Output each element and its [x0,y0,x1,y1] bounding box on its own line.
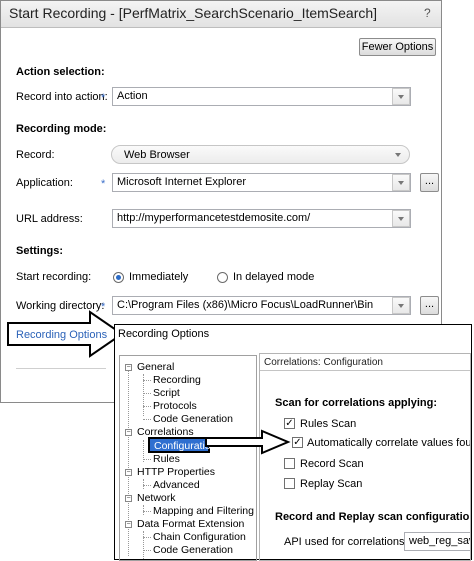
chevron-down-icon [395,153,401,157]
collapse-icon[interactable]: − [125,521,132,528]
tree-item-chain-configuration[interactable]: Chain Configuration [153,531,246,543]
record-scan-checkbox[interactable] [284,458,295,469]
working-directory-value: C:\Program Files (x86)\Micro Focus\LoadR… [117,299,374,311]
tree-item-network[interactable]: Network [137,492,176,504]
tree-item-general[interactable]: General [137,361,174,373]
help-icon[interactable]: ? [424,6,431,20]
required-marker: * [101,92,106,104]
collapse-icon[interactable]: − [125,469,132,476]
auto-correlate-label: Automatically correlate values found [307,437,471,449]
collapse-icon[interactable]: − [125,364,132,371]
api-label: API used for correlations: [284,536,408,548]
chevron-down-icon [398,181,404,185]
start-recording-label: Start recording: [16,271,92,283]
application-label: Application: [16,177,73,189]
divider [260,370,470,371]
application-browse-button[interactable]: ... [420,173,439,192]
dropdown-button[interactable] [392,174,410,191]
chevron-down-icon [398,304,404,308]
settings-heading: Settings: [16,245,64,257]
recording-options-link-label[interactable]: Recording Options [16,329,107,341]
replay-config-heading: Record and Replay scan configuration: [275,511,471,523]
fewer-options-button[interactable]: Fewer Options [359,38,436,56]
immediately-radio[interactable] [113,272,124,283]
chevron-down-icon [398,95,404,99]
recording-options-title: Recording Options [118,328,210,340]
replay-scan-checkbox[interactable] [284,478,295,489]
pointer-arrow-icon-2 [205,429,291,455]
required-marker: * [101,178,106,190]
collapse-icon[interactable]: − [125,495,132,502]
tree-item-rules[interactable]: Rules [153,453,180,465]
title-bar: Start Recording - [PerfMatrix_SearchScen… [1,1,441,28]
record-into-action-label: Record into action: [16,91,108,103]
delayed-mode-label: In delayed mode [233,271,315,283]
dropdown-button[interactable] [392,88,410,105]
scan-heading: Scan for correlations applying: [275,397,437,409]
recording-mode-heading: Recording mode: [16,123,107,135]
divider [16,368,106,369]
dropdown-button[interactable] [392,297,410,314]
tree-item-code-generation-2[interactable]: Code Generation [153,544,233,556]
tree-item-mapping-filtering[interactable]: Mapping and Filtering [153,505,254,517]
record-into-action-value: Action [117,90,148,102]
tree-item-recording[interactable]: Recording [153,374,201,386]
collapse-icon[interactable]: − [125,429,132,436]
url-address-label: URL address: [16,213,83,225]
action-selection-heading: Action selection: [16,66,105,78]
immediately-label: Immediately [129,271,189,283]
url-address-value: http://myperformancetestdemosite.com/ [117,212,311,224]
options-tree: − General Recording Script Protocols Cod… [119,355,257,561]
api-value: web_reg_save_ [409,535,470,547]
dialog-title: Start Recording - [PerfMatrix_SearchScen… [9,5,378,21]
api-select[interactable]: web_reg_save_ [404,532,470,551]
tree-item-configuration-selected[interactable]: Configuration [148,437,216,453]
dropdown-button[interactable] [392,210,410,227]
record-type-select[interactable]: Web Browser [111,145,410,164]
panel-title: Correlations: Configuration [264,357,383,368]
record-label: Record: [16,149,55,161]
application-combo[interactable]: Microsoft Internet Explorer [112,173,411,192]
application-value: Microsoft Internet Explorer [117,176,246,188]
tree-item-code-generation[interactable]: Code Generation [153,413,233,425]
record-into-action-combo[interactable]: Action [112,87,411,106]
record-scan-label: Record Scan [300,458,364,470]
tree-item-http-properties[interactable]: HTTP Properties [137,466,215,478]
replay-scan-label: Replay Scan [300,478,363,490]
tree-item-advanced[interactable]: Advanced [153,479,200,491]
working-directory-browse-button[interactable]: ... [420,296,439,315]
chevron-down-icon [398,217,404,221]
tree-item-protocols[interactable]: Protocols [153,400,197,412]
tree-item-script[interactable]: Script [153,387,180,399]
record-type-value: Web Browser [124,149,190,161]
delayed-mode-radio[interactable] [217,272,228,283]
tree-item-data-format-extension[interactable]: Data Format Extension [137,518,244,530]
rules-scan-label: Rules Scan [300,418,357,430]
url-address-combo[interactable]: http://myperformancetestdemosite.com/ [112,209,411,228]
working-directory-combo[interactable]: C:\Program Files (x86)\Micro Focus\LoadR… [112,296,411,315]
